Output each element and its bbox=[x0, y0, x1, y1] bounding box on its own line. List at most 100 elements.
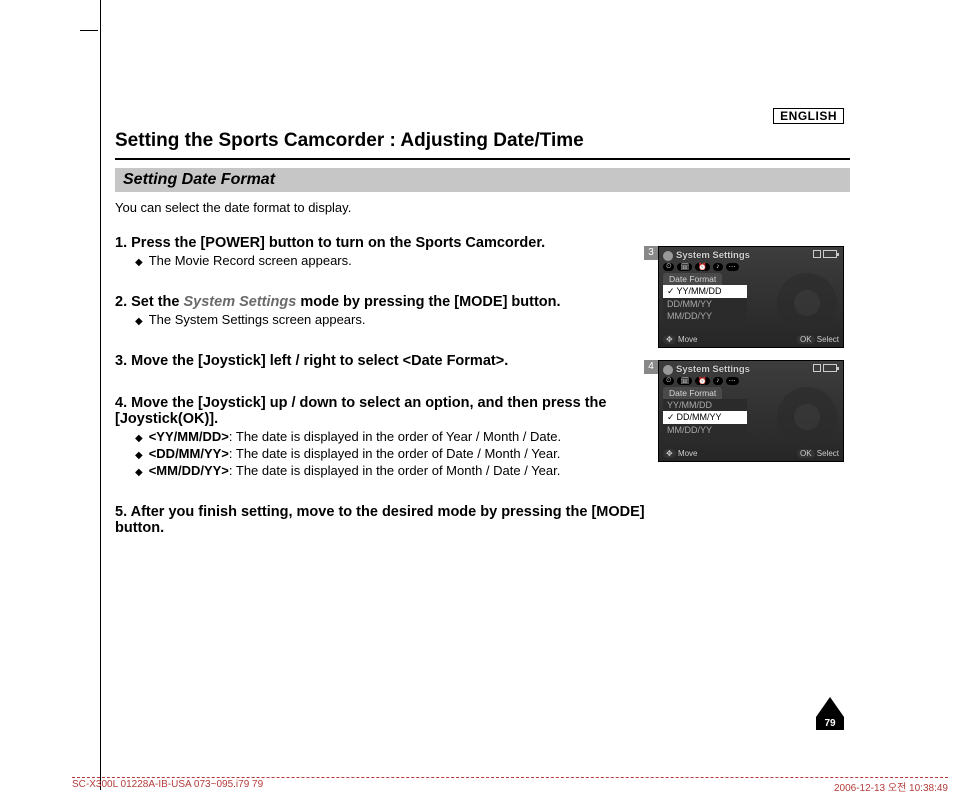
sub-text: The System Settings screen appears. bbox=[149, 312, 366, 327]
gear-watermark-icon bbox=[777, 387, 837, 447]
step-text: After you finish setting, move to the de… bbox=[115, 504, 645, 536]
step-4: 4. Move the [Joystick] up / down to sele… bbox=[115, 395, 675, 478]
status-icons bbox=[813, 250, 837, 258]
sub-text: The Movie Record screen appears. bbox=[149, 253, 352, 268]
step-text-post: mode by pressing the [MODE] button. bbox=[296, 294, 560, 310]
steps-list: 1. Press the [POWER] button to turn on t… bbox=[115, 235, 675, 536]
arrow-up-icon bbox=[816, 697, 844, 717]
step-text: Move the [Joystick] left / right to sele… bbox=[131, 353, 508, 369]
device-screen: System Settings ⏲🗓⏰♪⋯ Date Format YY/MM/… bbox=[658, 360, 844, 462]
selection-arrow-icon: ✓ bbox=[667, 286, 675, 296]
print-footer: SC-X300L 01228A-IB-USA 073~095.i79 79 20… bbox=[72, 777, 948, 794]
page-number: 79 bbox=[816, 717, 844, 730]
footer-left: SC-X300L 01228A-IB-USA 073~095.i79 79 bbox=[72, 779, 263, 794]
opt-desc: : The date is displayed in the order of … bbox=[229, 446, 560, 461]
step-title: 1. Press the [POWER] button to turn on t… bbox=[115, 235, 675, 251]
sub-item: ◆ <MM/DD/YY>: The date is displayed in th… bbox=[135, 463, 675, 478]
battery-icon bbox=[823, 250, 837, 258]
tab-icons-row: ⏲🗓⏰♪⋯ bbox=[663, 377, 839, 385]
step-number: 4. bbox=[115, 395, 127, 411]
card-icon bbox=[813, 364, 821, 372]
tab-icon: 🗓 bbox=[677, 263, 692, 271]
step-subs: ◆ The System Settings screen appears. bbox=[115, 312, 675, 327]
page-frame: ENGLISH Setting the Sports Camcorder : A… bbox=[100, 0, 860, 790]
options-list: ✓YY/MM/DD DD/MM/YY MM/DD/YY bbox=[663, 285, 747, 322]
sub-item: ◆ The Movie Record screen appears. bbox=[135, 253, 675, 268]
bullet-icon: ◆ bbox=[135, 450, 143, 461]
step-text: Move the [Joystick] up / down to select … bbox=[115, 395, 606, 427]
device-screen: System Settings ⏲🗓⏰♪⋯ Date Format ✓YY/MM… bbox=[658, 246, 844, 348]
gear-icon bbox=[663, 365, 673, 375]
tab-icon: ⏲ bbox=[663, 263, 674, 271]
opt-desc: : The date is displayed in the order of … bbox=[229, 429, 561, 444]
tab-icon: ♪ bbox=[713, 377, 723, 385]
tab-icon: ♪ bbox=[713, 263, 723, 271]
step-text-italic: System Settings bbox=[184, 294, 297, 310]
selection-arrow-icon: ✓ bbox=[667, 412, 675, 422]
step-number: 3. bbox=[115, 353, 127, 369]
hint-move: ✥ Move bbox=[663, 449, 698, 458]
step-title: 2. Set the System Settings mode by press… bbox=[115, 294, 675, 310]
screenshot-3: 3 System Settings ⏲🗓⏰♪⋯ Date Format ✓YY/… bbox=[658, 246, 844, 348]
bullet-icon: ◆ bbox=[135, 467, 143, 478]
sub-item: ◆ <DD/MM/YY>: The date is displayed in th… bbox=[135, 446, 675, 461]
page-number-marker: 79 bbox=[816, 697, 844, 730]
hint-move: ✥ Move bbox=[663, 335, 698, 344]
step-title: 4. Move the [Joystick] up / down to sele… bbox=[115, 395, 675, 427]
screenshot-4: 4 System Settings ⏲🗓⏰♪⋯ Date Format YY/M… bbox=[658, 360, 844, 462]
option-item: MM/DD/YY bbox=[663, 424, 747, 436]
screen-footer: ✥ Move OK Select bbox=[663, 449, 839, 458]
screen-title: System Settings bbox=[676, 250, 750, 261]
tab-icon: ⋯ bbox=[726, 263, 739, 271]
screen-footer: ✥ Move OK Select bbox=[663, 335, 839, 344]
screenshot-column: 3 System Settings ⏲🗓⏰♪⋯ Date Format ✓YY/… bbox=[658, 246, 844, 474]
screenshot-number-badge: 4 bbox=[644, 360, 658, 374]
step-number: 2. bbox=[115, 294, 127, 310]
tab-icon: ⏰ bbox=[695, 263, 710, 271]
bullet-icon: ◆ bbox=[135, 433, 143, 444]
step-3: 3. Move the [Joystick] left / right to s… bbox=[115, 353, 675, 369]
option-selected: ✓YY/MM/DD bbox=[663, 285, 747, 298]
step-number: 1. bbox=[115, 235, 127, 251]
card-icon bbox=[813, 250, 821, 258]
tab-icons-row: ⏲🗓⏰♪⋯ bbox=[663, 263, 839, 271]
hint-select: OK Select bbox=[797, 335, 839, 344]
tab-icon: ⏲ bbox=[663, 377, 674, 385]
bullet-icon: ◆ bbox=[135, 316, 143, 327]
section-heading: Setting Date Format bbox=[115, 168, 850, 192]
opt-tag: <MM/DD/YY> bbox=[149, 463, 229, 478]
tab-label: Date Format bbox=[663, 273, 722, 285]
crop-mark-h bbox=[80, 30, 98, 31]
battery-icon bbox=[823, 364, 837, 372]
sub-item: ◆ The System Settings screen appears. bbox=[135, 312, 675, 327]
screenshot-number-badge: 3 bbox=[644, 246, 658, 260]
dpad-icon: ✥ bbox=[663, 335, 676, 344]
gear-watermark-icon bbox=[777, 273, 837, 333]
step-1: 1. Press the [POWER] button to turn on t… bbox=[115, 235, 675, 268]
option-item: DD/MM/YY bbox=[663, 298, 747, 310]
bullet-icon: ◆ bbox=[135, 257, 143, 268]
tab-icon: ⏰ bbox=[695, 377, 710, 385]
tab-label: Date Format bbox=[663, 387, 722, 399]
title-underline bbox=[115, 158, 850, 160]
tab-icon: ⋯ bbox=[726, 377, 739, 385]
step-number: 5. bbox=[115, 504, 127, 520]
screen-title: System Settings bbox=[676, 364, 750, 375]
option-item: MM/DD/YY bbox=[663, 310, 747, 322]
dpad-icon: ✥ bbox=[663, 449, 676, 458]
step-title: 3. Move the [Joystick] left / right to s… bbox=[115, 353, 675, 369]
sub-item: ◆ <YY/MM/DD>: The date is displayed in th… bbox=[135, 429, 675, 444]
gear-icon bbox=[663, 251, 673, 261]
intro-text: You can select the date format to displa… bbox=[115, 200, 860, 215]
opt-tag: <DD/MM/YY> bbox=[149, 446, 229, 461]
footer-right: 2006-12-13 오전 10:38:49 bbox=[834, 779, 948, 794]
option-text: DD/MM/YY bbox=[677, 412, 722, 422]
step-title: 5. After you finish setting, move to the… bbox=[115, 504, 675, 536]
ok-icon: OK bbox=[797, 335, 815, 344]
option-selected: ✓DD/MM/YY bbox=[663, 411, 747, 424]
status-icons bbox=[813, 364, 837, 372]
option-item: YY/MM/DD bbox=[663, 399, 747, 411]
hint-select: OK Select bbox=[797, 449, 839, 458]
opt-desc: : The date is displayed in the order of … bbox=[229, 463, 560, 478]
opt-tag: <YY/MM/DD> bbox=[149, 429, 229, 444]
